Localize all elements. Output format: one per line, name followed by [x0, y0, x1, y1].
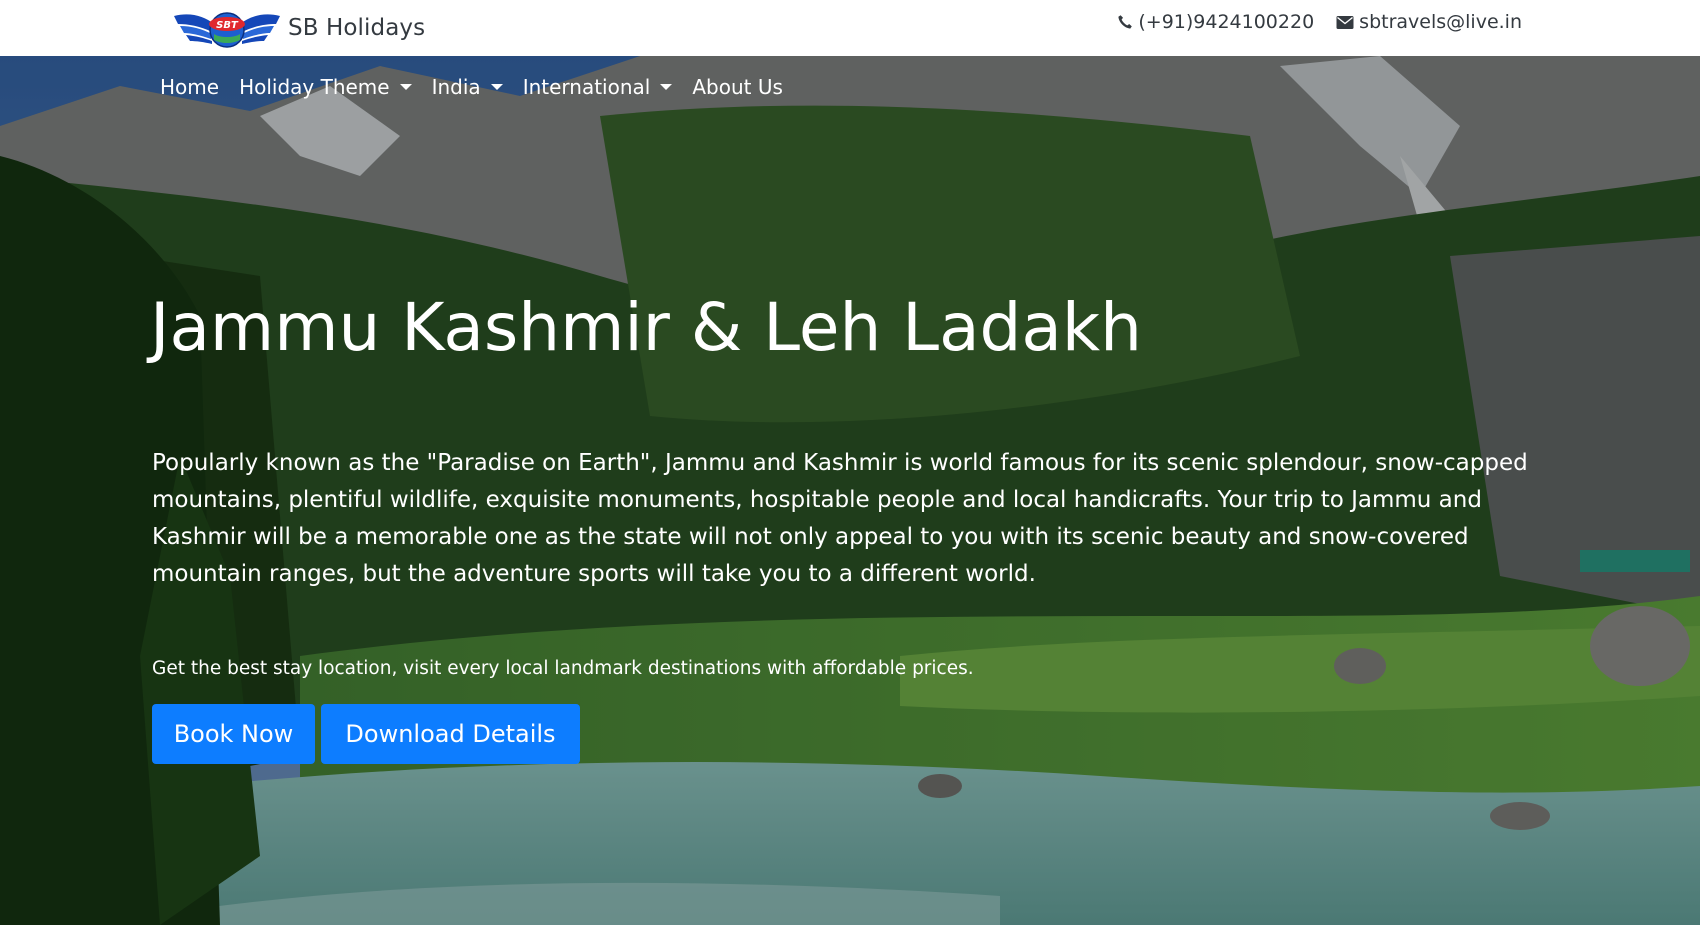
hero-subtext: Get the best stay location, visit every …: [152, 658, 974, 679]
nav-home-label: Home: [160, 75, 220, 99]
nav-holiday-theme-label: Holiday Theme: [239, 75, 390, 99]
caret-down-icon: [399, 84, 412, 90]
sbt-logo: SBT: [174, 12, 280, 48]
hero-description: Popularly known as the "Paradise on Eart…: [152, 450, 1528, 587]
top-header: SBT SB Holidays (+91)9424100220 sbtravel…: [0, 0, 1700, 56]
envelope-icon: [1336, 15, 1354, 29]
hero-title: Jammu Kashmir & Leh Ladakh: [150, 289, 1142, 366]
main-navigation: Home Holiday Theme India International A…: [150, 72, 793, 102]
phone-number: (+91)9424100220: [1138, 11, 1315, 33]
nav-holiday-theme[interactable]: Holiday Theme: [229, 72, 422, 102]
caret-down-icon: [490, 84, 503, 90]
contact-info: (+91)9424100220 sbtravels@live.in: [1117, 10, 1522, 34]
nav-international-label: International: [522, 75, 651, 99]
nav-about-us-label: About Us: [692, 75, 783, 99]
download-details-button[interactable]: Download Details: [321, 704, 580, 764]
nav-india-label: India: [431, 75, 481, 99]
caret-down-icon: [660, 84, 673, 90]
brand-name: SB Holidays: [288, 15, 426, 41]
email-address: sbtravels@live.in: [1359, 11, 1522, 33]
nav-home[interactable]: Home: [150, 72, 229, 102]
phone-link[interactable]: (+91)9424100220: [1117, 11, 1314, 33]
nav-about-us[interactable]: About Us: [682, 72, 793, 102]
book-now-button[interactable]: Book Now: [152, 704, 315, 764]
hero-banner: Home Holiday Theme India International A…: [0, 56, 1700, 925]
email-link[interactable]: sbtravels@live.in: [1336, 11, 1522, 33]
brand-link[interactable]: SBT SB Holidays: [170, 4, 425, 52]
logo-text: SBT: [216, 20, 239, 31]
nav-international[interactable]: International: [513, 72, 683, 102]
nav-india[interactable]: India: [422, 72, 513, 102]
phone-icon: [1118, 15, 1133, 29]
